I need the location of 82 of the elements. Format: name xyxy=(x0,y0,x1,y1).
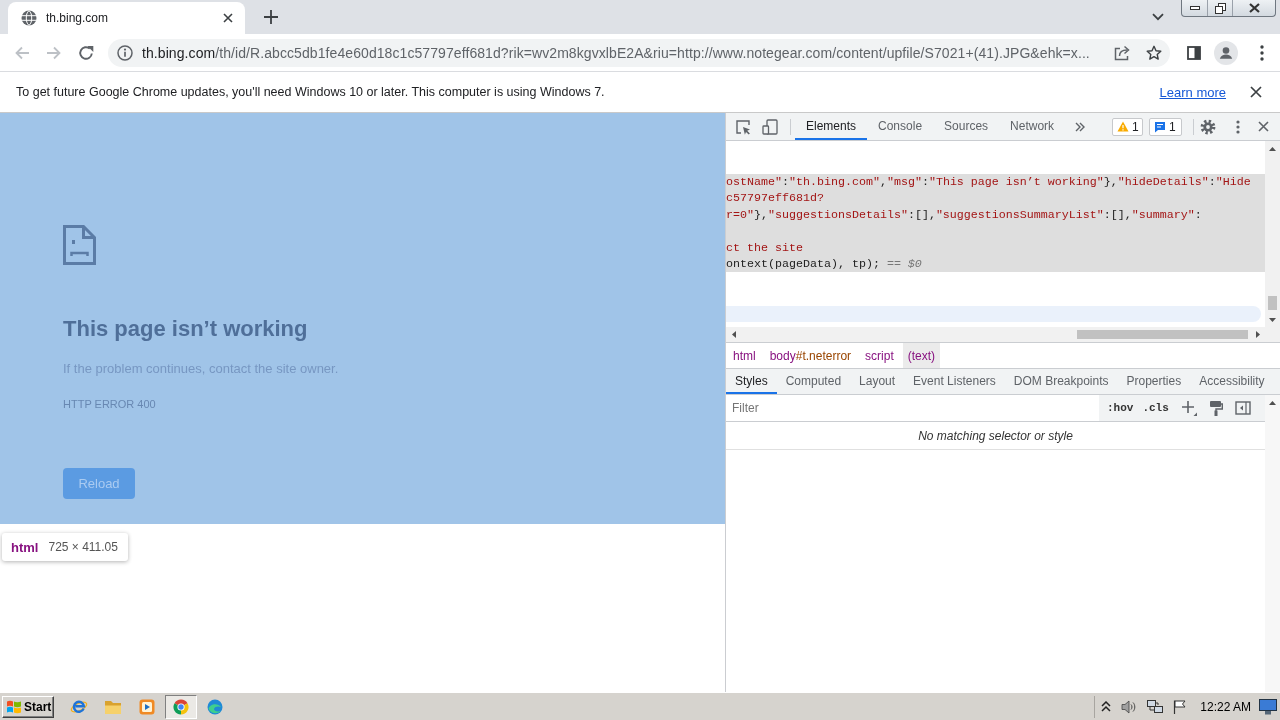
sidebar-tab[interactable]: Properties xyxy=(1117,369,1191,394)
sidebar-tab[interactable]: Event Listeners xyxy=(904,369,1005,394)
messages-counter[interactable]: 1 xyxy=(1149,117,1182,136)
monitor-icon[interactable] xyxy=(1259,698,1277,715)
filter-field[interactable]: Filter xyxy=(726,395,1099,421)
code-line: ontext(pageData), tp); == $0 xyxy=(726,255,923,273)
side-panel-icon[interactable] xyxy=(1187,45,1201,60)
clock[interactable]: 12:22 AM xyxy=(1200,699,1251,714)
sad-page-icon xyxy=(63,225,96,265)
scrollbar-thumb[interactable] xyxy=(1077,330,1248,339)
network-icon[interactable] xyxy=(1147,699,1164,714)
sidebar-tab[interactable]: Layout xyxy=(850,369,905,394)
devtools-tab[interactable]: Network xyxy=(999,113,1066,140)
error-code: HTTP ERROR 400 xyxy=(63,397,157,412)
plus-icon[interactable] xyxy=(264,10,278,24)
menu-icon[interactable] xyxy=(1260,44,1264,61)
e-logo-icon xyxy=(70,698,88,715)
paint-brush-icon[interactable] xyxy=(1208,400,1223,416)
address-bar[interactable]: th.bing.com/th/id/R.abcc5db1fe4e60d18c1c57797eff681d?rik=wv2m8kgvxlbE2A&riu=http://www.notegear.com/content/upfile/S7021+(41).JPG&ehk=x... xyxy=(108,38,1170,67)
wave-logo-icon xyxy=(207,698,223,715)
code-line: ostName":"th.bing.com","msg":"This page isn’t working"},"hideDetails":"Hide xyxy=(726,174,1252,191)
scroll-left-icon[interactable] xyxy=(731,331,736,338)
folder-icon xyxy=(104,698,122,715)
close-icon[interactable] xyxy=(1250,86,1262,98)
message-icon xyxy=(1154,120,1166,133)
error-heading: This page isn’t working xyxy=(63,315,309,343)
selected-dom-node[interactable]: ostName":"th.bing.com","msg":"This page isn’t working"},"hideDetails":"Hide c57797eff681d? r=0"},"suggestionsDetails":[],"suggestionsSummaryList":[],"summary": ct the site ontext(pageData), tp); == $0 xyxy=(726,174,1265,273)
sidebar-tab[interactable]: Accessibility xyxy=(1190,369,1274,394)
browser-logo-icon xyxy=(173,698,189,715)
warning-icon xyxy=(1117,121,1129,132)
tooltip-tag: html xyxy=(11,539,39,555)
sidebar-tab[interactable]: Computed xyxy=(776,369,851,394)
infobar-message: To get future Google Chrome updates, you'll need Windows 10 or later. This computer is using Windows 7. xyxy=(16,85,606,99)
flag-icon[interactable] xyxy=(1173,699,1187,714)
play-icon xyxy=(139,698,155,715)
scroll-up-icon[interactable] xyxy=(1269,146,1276,151)
scrollbar-thumb[interactable] xyxy=(1268,296,1277,310)
empty-styles-message: No matching selector or style xyxy=(918,428,1073,443)
code-line: ct the site xyxy=(726,239,804,256)
menu-icon[interactable] xyxy=(1236,119,1240,134)
scroll-up-icon[interactable] xyxy=(1269,400,1276,405)
info-icon[interactable] xyxy=(117,44,133,61)
devtools-tab[interactable]: Elements xyxy=(795,113,868,140)
star-icon[interactable] xyxy=(1146,44,1162,61)
browser-tab[interactable]: th.bing.com xyxy=(8,2,245,34)
state-toggle[interactable]: .cls xyxy=(1142,395,1169,421)
plus-icon[interactable] xyxy=(1180,400,1197,416)
reload-icon[interactable] xyxy=(78,44,94,61)
more-tabs-icon[interactable] xyxy=(1075,121,1086,132)
scroll-right-icon[interactable] xyxy=(1255,331,1260,338)
sidebar-tab[interactable]: DOM Breakpoints xyxy=(1004,369,1118,394)
windows-logo-icon xyxy=(6,698,22,715)
restore-icon xyxy=(1214,2,1226,14)
share-icon[interactable] xyxy=(1114,44,1130,61)
scroll-down-icon[interactable] xyxy=(1269,317,1276,322)
taskbar-button[interactable] xyxy=(165,694,197,719)
tooltip-size: 725 × 411.05 xyxy=(48,540,118,554)
globe-icon xyxy=(21,10,37,26)
code-line: r=0"},"suggestionsDetails":[],"suggestionsSummaryList":[],"summary": xyxy=(726,206,1203,224)
sidebar-toggle-icon[interactable] xyxy=(1234,400,1251,416)
start-button[interactable]: Start xyxy=(2,695,54,718)
chevron-up-icon[interactable] xyxy=(1101,701,1112,712)
avatar-icon[interactable] xyxy=(1214,40,1238,65)
close-icon[interactable] xyxy=(223,13,233,23)
close-icon xyxy=(1248,3,1260,13)
breadcrumb-item[interactable]: (text) xyxy=(902,343,941,368)
breadcrumb-item[interactable]: script xyxy=(860,343,899,368)
warnings-counter[interactable]: 1 xyxy=(1112,117,1143,136)
chevron-down-icon[interactable] xyxy=(1152,13,1164,21)
inspect-icon[interactable] xyxy=(735,118,751,135)
close-icon[interactable] xyxy=(1258,121,1269,132)
device-icon[interactable] xyxy=(762,118,778,135)
breadcrumb-item[interactable]: html xyxy=(728,343,761,368)
settings-icon[interactable] xyxy=(1200,118,1216,135)
devtools-tab[interactable]: Console xyxy=(867,113,934,140)
state-toggle[interactable]: :hov xyxy=(1107,395,1134,421)
minimize-icon xyxy=(1189,6,1200,10)
speaker-icon[interactable] xyxy=(1121,699,1138,714)
learn-more-link[interactable]: Learn more xyxy=(1159,84,1226,100)
devtools-tab[interactable]: Sources xyxy=(933,113,1000,140)
breadcrumb-item[interactable]: body#t.neterror xyxy=(764,343,857,368)
code-line: c57797eff681d? xyxy=(726,190,825,207)
